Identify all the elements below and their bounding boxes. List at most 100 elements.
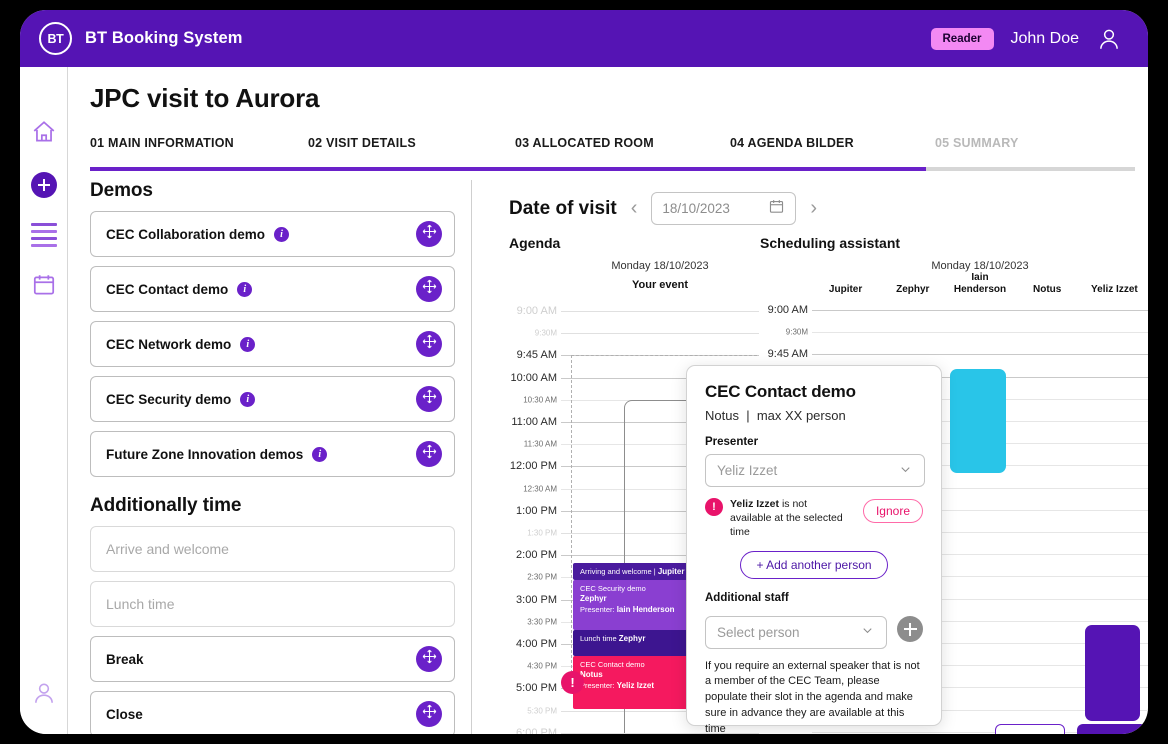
scheduler-busy-block[interactable] bbox=[1084, 624, 1140, 721]
info-icon[interactable]: i bbox=[237, 281, 253, 297]
additional-staff-value: Select person bbox=[717, 624, 800, 640]
move-handle-icon bbox=[421, 703, 438, 725]
additional-staff-row: Select person bbox=[705, 610, 923, 649]
agenda-time-label: 12:30 AM bbox=[523, 484, 557, 494]
additional-staff-label: Additional staff bbox=[705, 591, 789, 604]
next-date-button[interactable]: › bbox=[810, 197, 817, 220]
presenter-value: Yeliz Izzet bbox=[717, 463, 778, 478]
date-of-visit-label: Date of visit bbox=[509, 197, 617, 219]
drag-handle[interactable] bbox=[416, 386, 442, 412]
scheduler-column-header: Iain Henderson bbox=[953, 272, 1007, 296]
sidebar-item-list[interactable] bbox=[31, 223, 57, 249]
step-visit-details[interactable]: 02 VISIT DETAILS bbox=[308, 136, 416, 150]
demos-title: Demos bbox=[90, 180, 153, 201]
ignore-button[interactable]: Ignore bbox=[862, 499, 923, 523]
drag-handle[interactable] bbox=[416, 646, 442, 672]
user-name[interactable]: John Doe bbox=[1011, 30, 1080, 48]
agenda-time-row: 9:00 AM bbox=[509, 305, 759, 317]
scheduler-busy-block[interactable] bbox=[950, 368, 1006, 473]
sidebar-item-account[interactable] bbox=[31, 680, 57, 706]
agenda-gridline bbox=[561, 333, 759, 335]
demo-item[interactable]: CEC Collaboration demo i bbox=[90, 211, 455, 257]
additional-time-list: Arrive and welcome Lunch time Break Close bbox=[90, 526, 471, 734]
warning-person: Yeliz Izzet bbox=[730, 498, 780, 510]
agenda-selection-left bbox=[571, 355, 572, 689]
prev-date-button[interactable]: ‹ bbox=[631, 197, 638, 220]
app-window: BT BT Booking System Reader John Doe JPC… bbox=[20, 10, 1148, 734]
step-summary[interactable]: 05 SUMMARY bbox=[935, 136, 1019, 150]
chevron-down-icon bbox=[898, 462, 913, 480]
drag-handle[interactable] bbox=[416, 221, 442, 247]
scheduler-title: Scheduling assistant bbox=[760, 235, 901, 251]
drag-handle[interactable] bbox=[416, 701, 442, 727]
footer-secondary-button[interactable] bbox=[995, 724, 1065, 734]
date-input[interactable]: 18/10/2023 bbox=[651, 192, 797, 225]
demo-label: CEC Collaboration demo bbox=[106, 226, 266, 242]
scheduler-time-row: 9:00 AM bbox=[760, 304, 1148, 316]
app-title: BT Booking System bbox=[85, 29, 243, 47]
agenda-time-label: 9:00 AM bbox=[516, 305, 557, 317]
demo-item[interactable]: CEC Contact demo i bbox=[90, 266, 455, 312]
presenter-label: Presenter bbox=[705, 436, 759, 448]
step-agenda-bilder[interactable]: 04 AGENDA BILDER bbox=[730, 136, 854, 150]
agenda-time-label: 6:00 PM bbox=[516, 726, 557, 734]
header-right-group: Reader John Doe bbox=[930, 26, 1123, 52]
step-allocated-room[interactable]: 03 ALLOCATED ROOM bbox=[515, 136, 654, 150]
info-icon[interactable]: i bbox=[240, 391, 256, 407]
sidebar-item-home[interactable] bbox=[31, 119, 57, 145]
date-of-visit-bar: Date of visit ‹ 18/10/2023 › bbox=[509, 192, 817, 225]
demo-label: CEC Network demo bbox=[106, 336, 232, 352]
agenda-selection-top bbox=[571, 355, 757, 357]
move-handle-icon bbox=[421, 278, 438, 300]
page-title: JPC visit to Aurora bbox=[90, 83, 320, 113]
drag-handle[interactable] bbox=[416, 441, 442, 467]
agenda-time-label: 10:00 AM bbox=[510, 371, 557, 384]
modal-capacity: max XX person bbox=[756, 408, 846, 423]
agenda-time-label: 1:00 PM bbox=[516, 504, 557, 517]
brand-logo[interactable]: BT BT Booking System bbox=[39, 22, 243, 55]
sidebar-item-calendar[interactable] bbox=[31, 272, 57, 298]
agenda-column-label: Your event bbox=[631, 279, 689, 291]
modal-title: CEC Contact demo bbox=[705, 382, 856, 401]
bt-logo-icon: BT bbox=[39, 22, 72, 55]
info-icon[interactable]: i bbox=[240, 336, 256, 352]
agenda-time-label: 4:00 PM bbox=[516, 638, 557, 650]
plus-icon bbox=[31, 172, 57, 198]
agenda-time-label: 12:00 PM bbox=[509, 460, 557, 473]
additional-time-item[interactable]: Break bbox=[90, 636, 455, 682]
additional-time-item[interactable]: Arrive and welcome bbox=[90, 526, 455, 572]
modal-subtitle: Notus | max XX person bbox=[705, 408, 923, 423]
demo-item[interactable]: Future Zone Innovation demos i bbox=[90, 431, 455, 477]
agenda-time-label: 2:30 PM bbox=[527, 572, 557, 582]
info-icon[interactable]: i bbox=[312, 446, 328, 462]
demo-item[interactable]: CEC Network demo i bbox=[90, 321, 455, 367]
additional-time-label: Break bbox=[106, 651, 144, 667]
step-main-information[interactable]: 01 MAIN INFORMATION bbox=[90, 136, 234, 150]
person-icon bbox=[31, 683, 57, 710]
scheduler-time-label: 9:45 AM bbox=[767, 348, 808, 361]
agenda-time-label: 4:30 PM bbox=[527, 661, 557, 671]
additional-time-item[interactable]: Close bbox=[90, 691, 455, 734]
additional-time-label: Lunch time bbox=[106, 596, 175, 612]
presenter-select[interactable]: Yeliz Izzet bbox=[705, 454, 925, 487]
drag-handle[interactable] bbox=[416, 276, 442, 302]
add-another-person-button[interactable]: + Add another person bbox=[740, 550, 888, 579]
scheduler-time-label: 9:30M bbox=[785, 327, 808, 337]
footer-primary-button[interactable] bbox=[1077, 724, 1147, 734]
info-icon[interactable]: i bbox=[274, 226, 290, 242]
demo-label: Future Zone Innovation demos bbox=[106, 446, 304, 462]
role-badge: Reader bbox=[930, 27, 994, 50]
demo-item[interactable]: CEC Security demo i bbox=[90, 376, 455, 422]
avatar-icon[interactable] bbox=[1096, 26, 1122, 52]
alert-icon: ! bbox=[705, 498, 723, 516]
move-handle-icon bbox=[421, 388, 438, 410]
drag-handle[interactable] bbox=[416, 331, 442, 357]
agenda-time-label: 3:00 PM bbox=[516, 593, 557, 606]
external-speaker-note: If you require an external speaker that … bbox=[705, 659, 920, 734]
add-staff-button[interactable] bbox=[897, 616, 923, 643]
additional-staff-select[interactable]: Select person bbox=[705, 615, 887, 649]
scheduler-gridline bbox=[812, 310, 1148, 311]
additional-time-item[interactable]: Lunch time bbox=[90, 581, 455, 627]
sidebar-item-add[interactable] bbox=[31, 172, 57, 198]
chevron-down-icon bbox=[860, 623, 875, 641]
